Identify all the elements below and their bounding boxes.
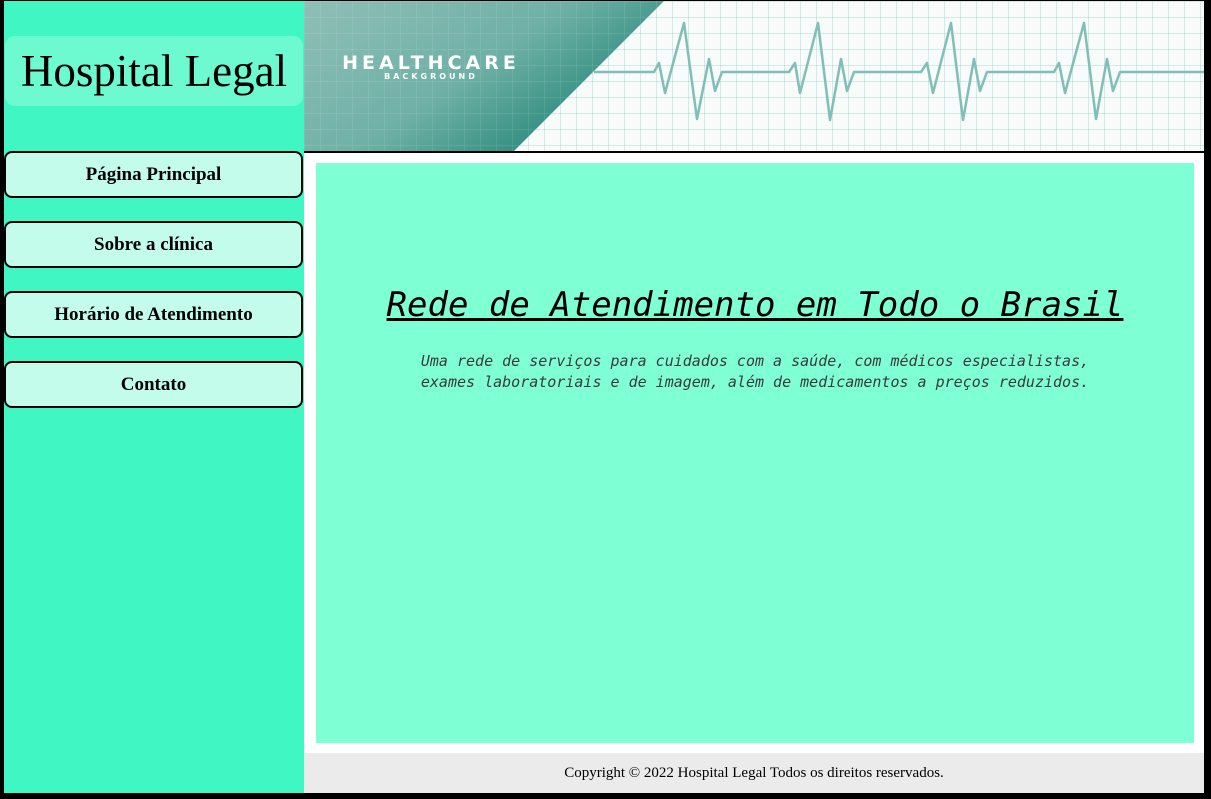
copyright-text: Copyright © 2022 Hospital Legal Todos os… [564, 764, 944, 781]
sidebar: Hospital Legal Página Principal Sobre a … [4, 1, 304, 793]
nav-about-button[interactable]: Sobre a clínica [4, 221, 303, 268]
main-content: Rede de Atendimento em Todo o Brasil Uma… [316, 163, 1194, 743]
page-headline: Rede de Atendimento em Todo o Brasil [386, 285, 1124, 325]
header-banner: HEALTHCARE BACKGROUND [304, 1, 1204, 153]
intro-paragraph: Uma rede de serviços para cuidados com a… [420, 352, 1090, 391]
nav-home-button[interactable]: Página Principal [4, 151, 303, 198]
footer: Copyright © 2022 Hospital Legal Todos os… [304, 753, 1204, 793]
page-frame: Hospital Legal Página Principal Sobre a … [4, 1, 1204, 793]
banner-title: HEALTHCARE [342, 52, 520, 74]
nav-contact-button[interactable]: Contato [4, 361, 303, 408]
banner-subtitle: BACKGROUND [384, 72, 478, 81]
site-logo[interactable]: Hospital Legal [5, 36, 303, 106]
nav-hours-button[interactable]: Horário de Atendimento [4, 291, 303, 338]
heartbeat-line-icon [594, 21, 1204, 122]
main-nav: Página Principal Sobre a clínica Horário… [4, 151, 304, 431]
